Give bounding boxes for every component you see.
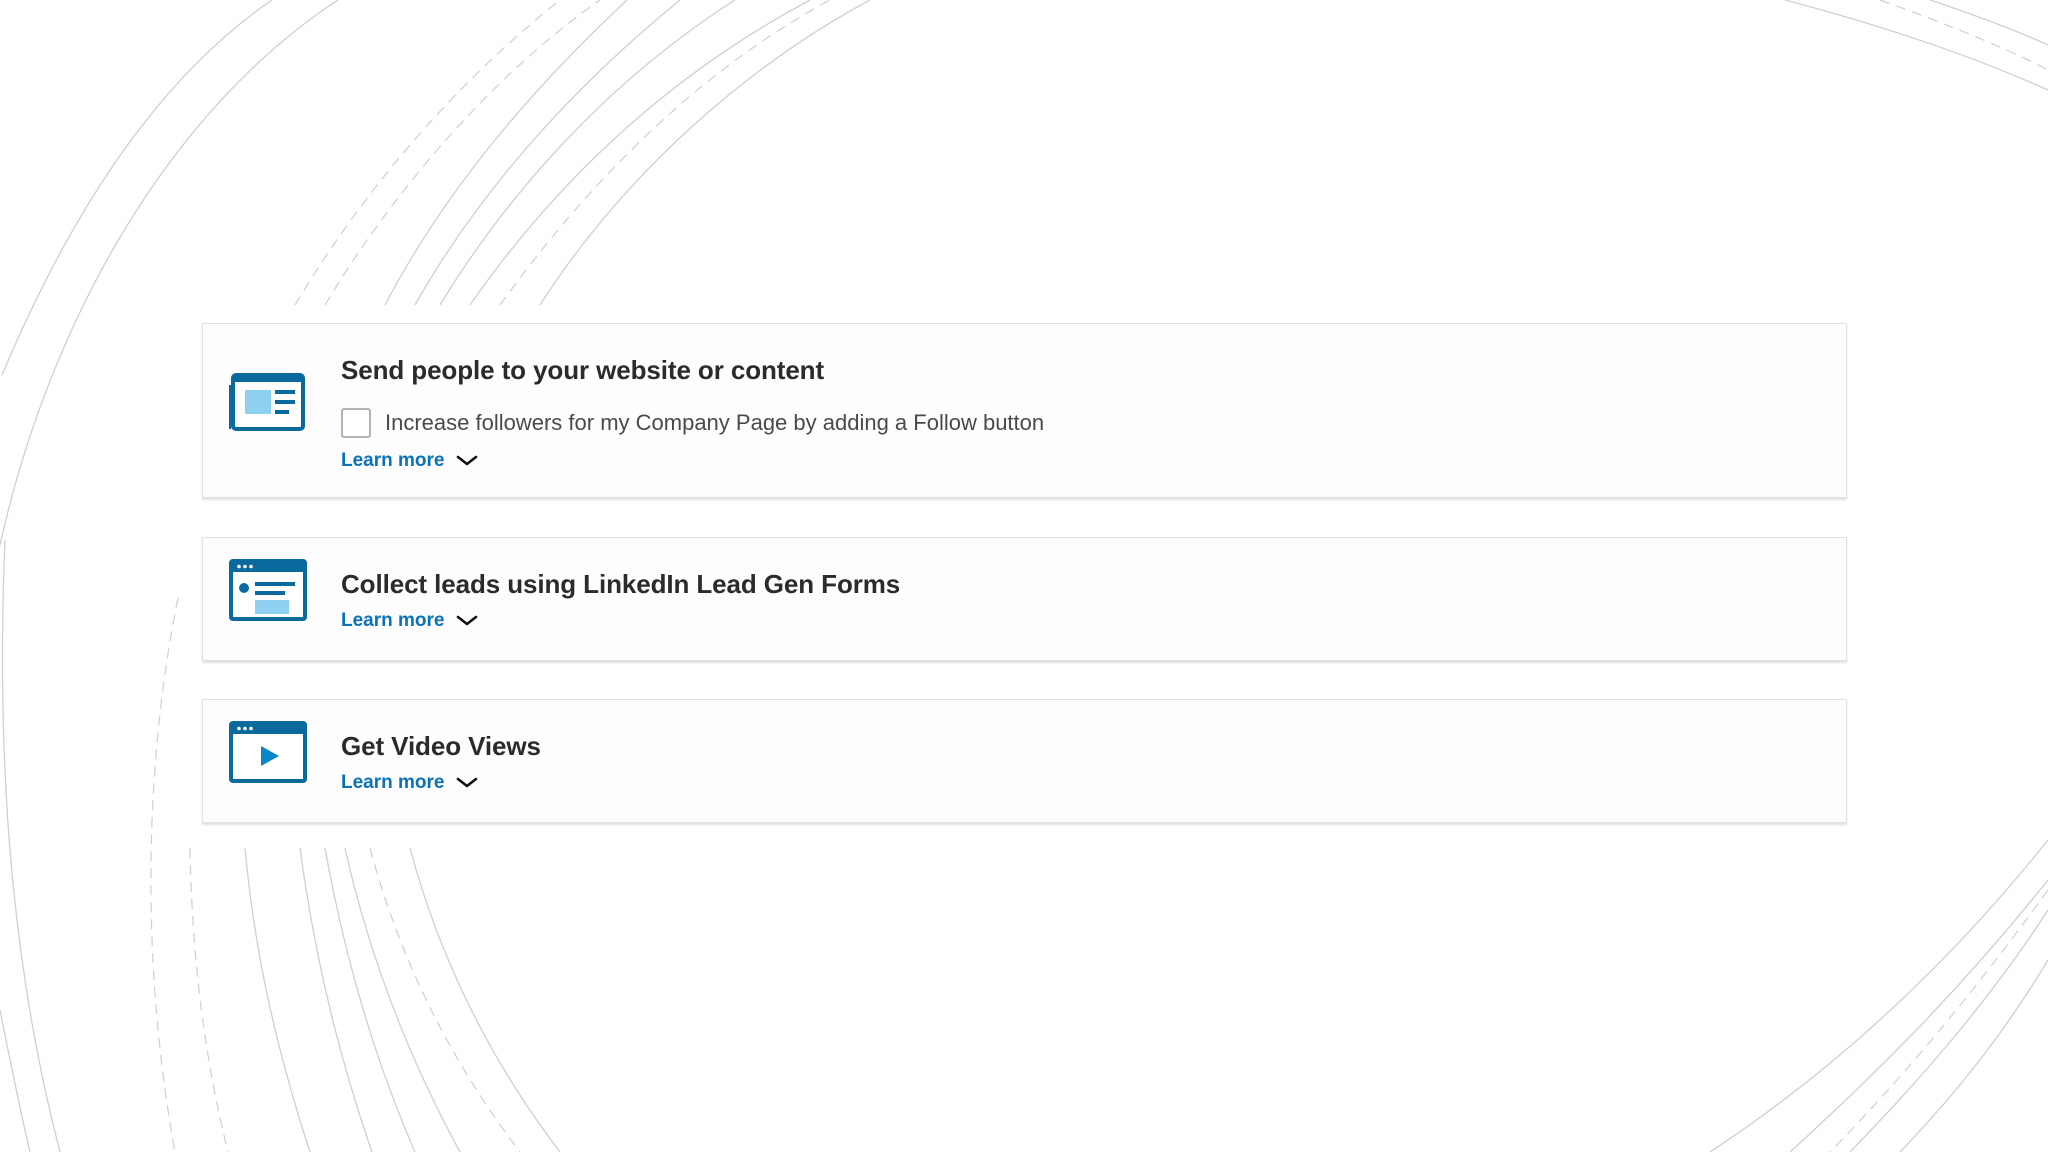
learn-more-link[interactable]: Learn more — [341, 610, 478, 632]
card-title: Get Video Views — [341, 731, 541, 761]
chevron-down-icon — [457, 777, 478, 788]
card-title: Send people to your website or content — [341, 355, 825, 385]
follow-button-option: Increase followers for my Company Page b… — [341, 408, 1826, 438]
video-player-icon — [229, 721, 307, 783]
learn-more-label: Learn more — [341, 610, 445, 631]
follow-button-checkbox[interactable] — [341, 408, 371, 438]
card-body: Get Video Views Learn more — [341, 730, 1826, 794]
learn-more-link[interactable]: Learn more — [341, 772, 478, 794]
objective-card-lead-gen[interactable]: Collect leads using LinkedIn Lead Gen Fo… — [202, 537, 1847, 661]
card-body: Send people to your website or content I… — [341, 354, 1826, 472]
follow-button-option-label: Increase followers for my Company Page b… — [385, 410, 1045, 435]
objective-card-video-views[interactable]: Get Video Views Learn more — [202, 699, 1847, 823]
chevron-down-icon — [457, 615, 478, 626]
objective-selection-screen: Send people to your website or content I… — [0, 0, 2048, 1152]
card-body: Collect leads using LinkedIn Lead Gen Fo… — [341, 568, 1826, 632]
learn-more-link[interactable]: Learn more — [341, 450, 478, 472]
card-title: Collect leads using LinkedIn Lead Gen Fo… — [341, 569, 901, 599]
learn-more-label: Learn more — [341, 450, 445, 471]
lead-form-icon — [229, 559, 307, 621]
learn-more-label: Learn more — [341, 772, 445, 793]
webpage-article-icon — [229, 373, 305, 431]
objective-card-website[interactable]: Send people to your website or content I… — [202, 323, 1847, 498]
chevron-down-icon — [457, 455, 478, 466]
